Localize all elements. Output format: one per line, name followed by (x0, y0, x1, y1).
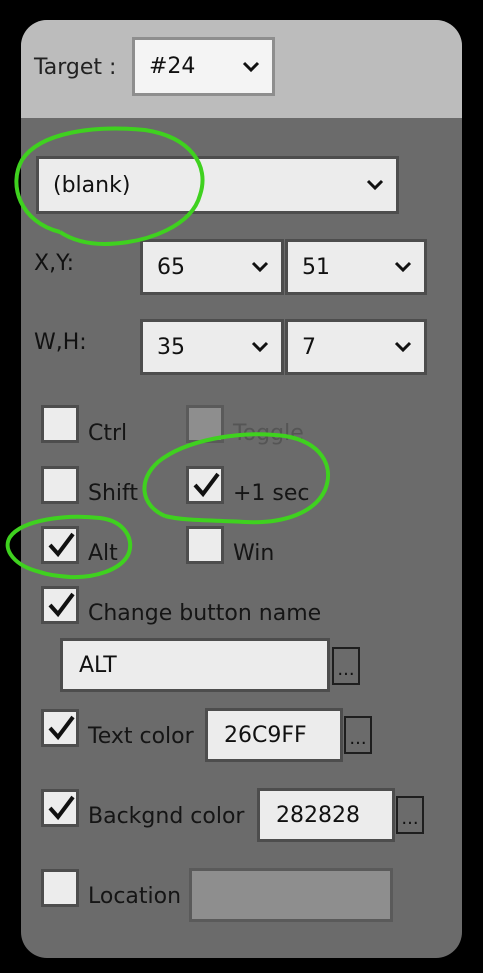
text-color-input[interactable]: 26C9FF (205, 708, 343, 762)
toggle-label: Toggle (233, 421, 304, 446)
wh-label: W,H: (34, 330, 87, 355)
checkmark-icon (48, 795, 75, 821)
ctrl-checkbox[interactable] (41, 405, 79, 443)
plus-one-sec-checkbox[interactable] (186, 466, 224, 504)
checkmark-icon (48, 715, 75, 741)
target-value: #24 (149, 54, 196, 79)
back-color-label: Backgnd color (88, 804, 245, 829)
win-label: Win (233, 541, 275, 566)
text-color-checkbox[interactable] (41, 709, 79, 747)
checkmark-icon (193, 472, 220, 498)
target-label: Target : (34, 55, 117, 80)
chevron-down-icon (242, 61, 260, 72)
settings-panel: Target : #24 (blank) X,Y: 65 51 W,H: 35 … (21, 20, 462, 958)
text-color-browse-button[interactable]: ... (344, 716, 372, 754)
chevron-down-icon (394, 341, 412, 353)
h-dropdown[interactable]: 7 (285, 319, 427, 375)
text-color-value: 26C9FF (224, 722, 307, 748)
toggle-checkbox (186, 405, 224, 443)
back-color-browse-button[interactable]: ... (396, 796, 424, 834)
mode-value: (blank) (53, 172, 131, 198)
checkmark-icon (48, 592, 75, 618)
button-name-value: ALT (79, 652, 117, 678)
x-value: 65 (157, 254, 185, 280)
mode-dropdown[interactable]: (blank) (36, 156, 399, 214)
back-color-checkbox[interactable] (41, 789, 79, 827)
checkmark-icon (48, 532, 75, 558)
change-name-label: Change button name (88, 601, 322, 626)
text-color-label: Text color (88, 724, 194, 749)
button-name-browse-button[interactable]: ... (332, 647, 360, 685)
alt-label: Alt (88, 541, 118, 566)
change-name-checkbox[interactable] (41, 586, 79, 624)
shift-checkbox[interactable] (41, 466, 79, 504)
location-checkbox[interactable] (41, 869, 79, 907)
w-dropdown[interactable]: 35 (140, 319, 284, 375)
button-name-input[interactable]: ALT (60, 638, 330, 692)
target-dropdown[interactable]: #24 (132, 37, 275, 96)
plus-one-sec-label: +1 sec (233, 481, 310, 506)
y-dropdown[interactable]: 51 (285, 239, 427, 295)
location-label: Location (88, 884, 182, 909)
alt-checkbox[interactable] (41, 526, 79, 564)
chevron-down-icon (366, 179, 384, 191)
w-value: 35 (157, 334, 185, 360)
location-input (189, 868, 393, 922)
x-dropdown[interactable]: 65 (140, 239, 284, 295)
chevron-down-icon (251, 341, 269, 353)
shift-label: Shift (88, 481, 139, 506)
ctrl-label: Ctrl (88, 421, 128, 446)
xy-label: X,Y: (34, 251, 74, 276)
chevron-down-icon (251, 261, 269, 273)
back-color-input[interactable]: 282828 (257, 788, 395, 842)
y-value: 51 (302, 254, 330, 280)
h-value: 7 (302, 334, 316, 360)
win-checkbox[interactable] (186, 526, 224, 564)
header-bar: Target : #24 (21, 20, 462, 118)
back-color-value: 282828 (276, 802, 360, 828)
chevron-down-icon (394, 261, 412, 273)
